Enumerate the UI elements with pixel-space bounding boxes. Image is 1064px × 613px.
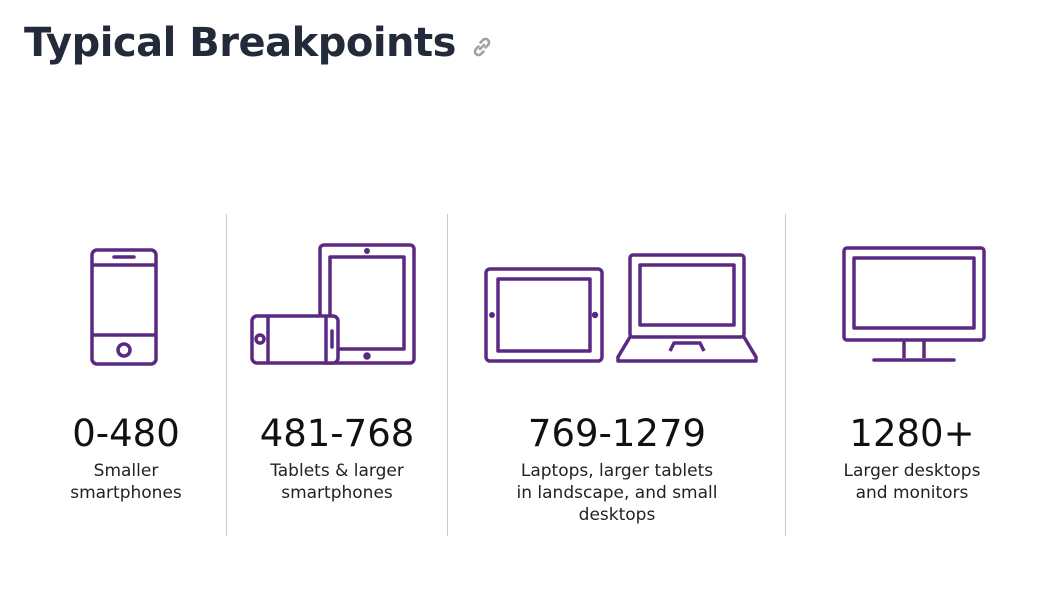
breakpoint-description: Smaller smartphones bbox=[70, 461, 182, 503]
breakpoint-range: 769-1279 bbox=[527, 412, 707, 455]
column-divider bbox=[785, 214, 786, 536]
breakpoint-range: 0-480 bbox=[72, 412, 180, 455]
breakpoint-range: 481-768 bbox=[259, 412, 415, 455]
header: Typical Breakpoints bbox=[24, 20, 494, 66]
breakpoint-description: Larger desktops and monitors bbox=[843, 461, 981, 503]
column-divider bbox=[447, 214, 448, 536]
smartphone-icon bbox=[90, 248, 158, 366]
breakpoint-description: Tablets & larger smartphones bbox=[270, 461, 404, 503]
breakpoint-range: 1280+ bbox=[849, 412, 975, 455]
breakpoint-description: Laptops, larger tablets in landscape, an… bbox=[516, 461, 718, 525]
column-divider bbox=[226, 214, 227, 536]
tablet-and-laptop-icon bbox=[484, 253, 758, 363]
monitor-icon bbox=[842, 246, 986, 362]
link-icon[interactable] bbox=[470, 35, 494, 59]
tablet-and-phone-icon bbox=[250, 243, 416, 365]
page-title: Typical Breakpoints bbox=[24, 20, 456, 66]
